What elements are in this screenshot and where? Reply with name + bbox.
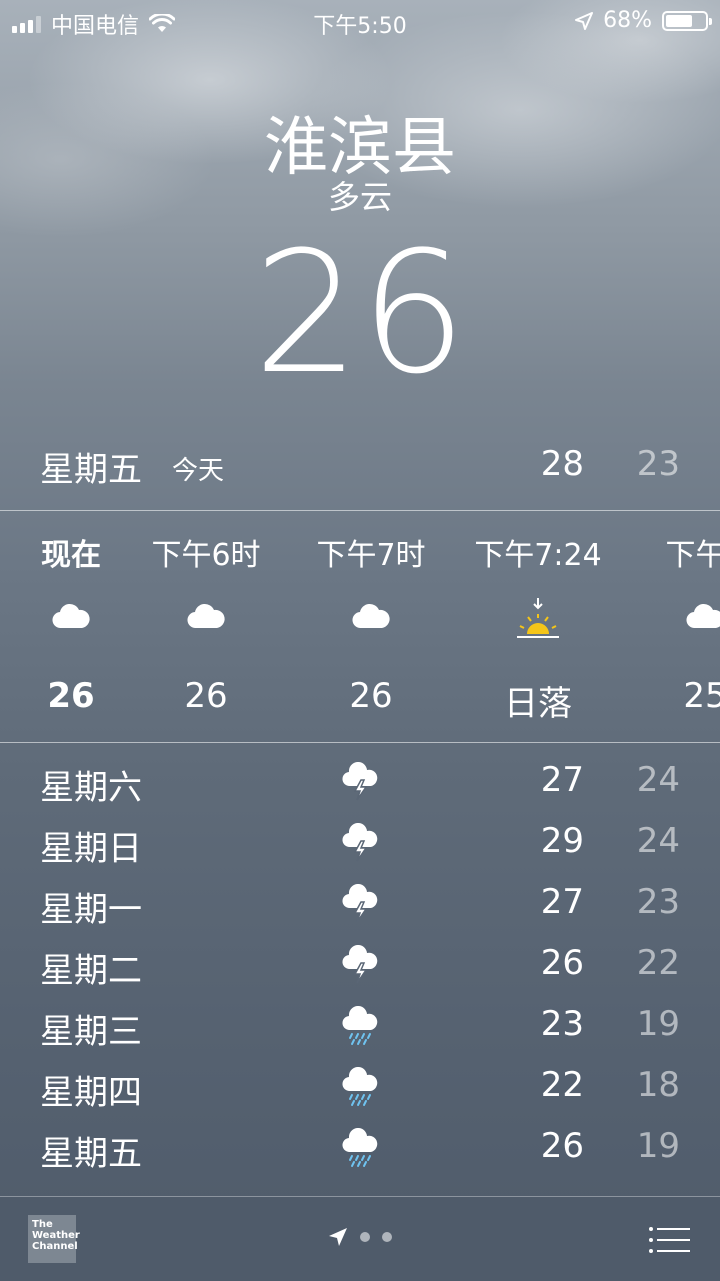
cloud-icon bbox=[296, 602, 446, 642]
divider bbox=[0, 742, 720, 743]
page-indicator[interactable] bbox=[0, 1227, 720, 1247]
thunderstorm-icon bbox=[342, 762, 378, 801]
thunderstorm-icon bbox=[342, 884, 378, 923]
daily-row: 星期六 27 24 bbox=[40, 760, 680, 808]
today-label: 今天 bbox=[172, 456, 225, 486]
rain-icon bbox=[342, 1067, 378, 1106]
today-day: 星期五 bbox=[40, 450, 142, 490]
thunderstorm-icon bbox=[342, 823, 378, 862]
sunset-icon bbox=[463, 596, 613, 638]
daily-row: 星期二 26 22 bbox=[40, 943, 680, 991]
cloud-icon bbox=[0, 602, 146, 642]
list-icon[interactable] bbox=[648, 1225, 690, 1255]
location-arrow-icon bbox=[329, 1228, 347, 1246]
location-arrow-icon bbox=[575, 11, 594, 30]
battery-percent: 68% bbox=[603, 8, 652, 33]
status-bar: 中国电信 下午5:50 68% bbox=[0, 0, 720, 40]
cloud-icon bbox=[131, 602, 281, 642]
battery-icon bbox=[662, 10, 712, 31]
today-low: 23 bbox=[636, 444, 680, 484]
page-dot bbox=[382, 1232, 392, 1242]
daily-row: 星期四 22 18 bbox=[40, 1065, 680, 1113]
daily-row: 星期一 27 23 bbox=[40, 882, 680, 930]
rain-icon bbox=[342, 1128, 378, 1167]
current-condition: 多云 bbox=[327, 178, 392, 216]
daily-row: 星期三 23 19 bbox=[40, 1004, 680, 1052]
rain-icon bbox=[342, 1006, 378, 1045]
bottom-toolbar: The Weather Channel bbox=[0, 1196, 720, 1281]
divider bbox=[0, 510, 720, 511]
daily-forecast[interactable]: 星期六 27 24 星期日 29 24 星期一 27 23 星期二 26 22 … bbox=[0, 748, 720, 1194]
cloud-icon bbox=[630, 602, 720, 642]
current-temperature: 26 bbox=[253, 215, 467, 411]
today-summary: 星期五 今天 28 23 bbox=[0, 440, 720, 494]
daily-row: 星期五 26 19 bbox=[40, 1126, 680, 1174]
daily-row: 星期日 29 24 bbox=[40, 821, 680, 869]
page-dot bbox=[360, 1232, 370, 1242]
today-high: 28 bbox=[540, 444, 584, 484]
hourly-forecast[interactable]: 现在 26 下午6时 26 下午7时 26 下午7:24 日落 下午 25 bbox=[0, 512, 720, 742]
thunderstorm-icon bbox=[342, 945, 378, 984]
